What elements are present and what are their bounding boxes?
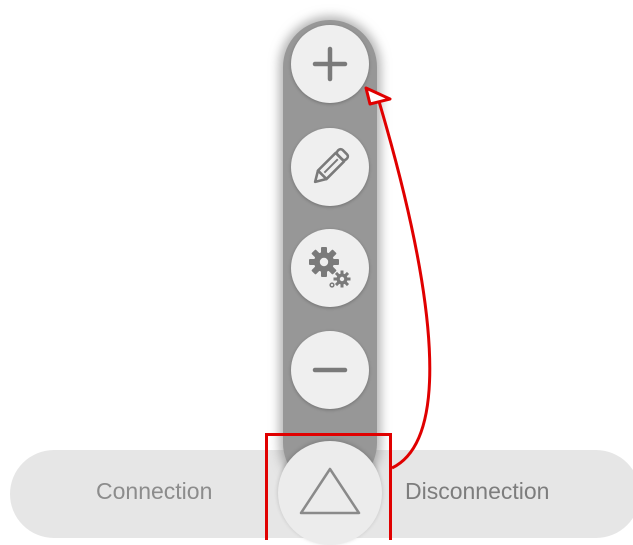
remove-button[interactable]: [291, 331, 369, 409]
pencil-icon: [313, 147, 350, 184]
gears-icon: [309, 247, 351, 288]
add-button[interactable]: [291, 25, 369, 103]
connection-tab[interactable]: Connection: [96, 478, 212, 505]
edit-button[interactable]: [291, 128, 369, 206]
plus-icon: [312, 46, 348, 82]
settings-button[interactable]: [291, 229, 369, 307]
disconnection-tab[interactable]: Disconnection: [405, 478, 549, 505]
annotation-highlight-box: [265, 433, 392, 540]
minus-icon: [312, 367, 348, 373]
